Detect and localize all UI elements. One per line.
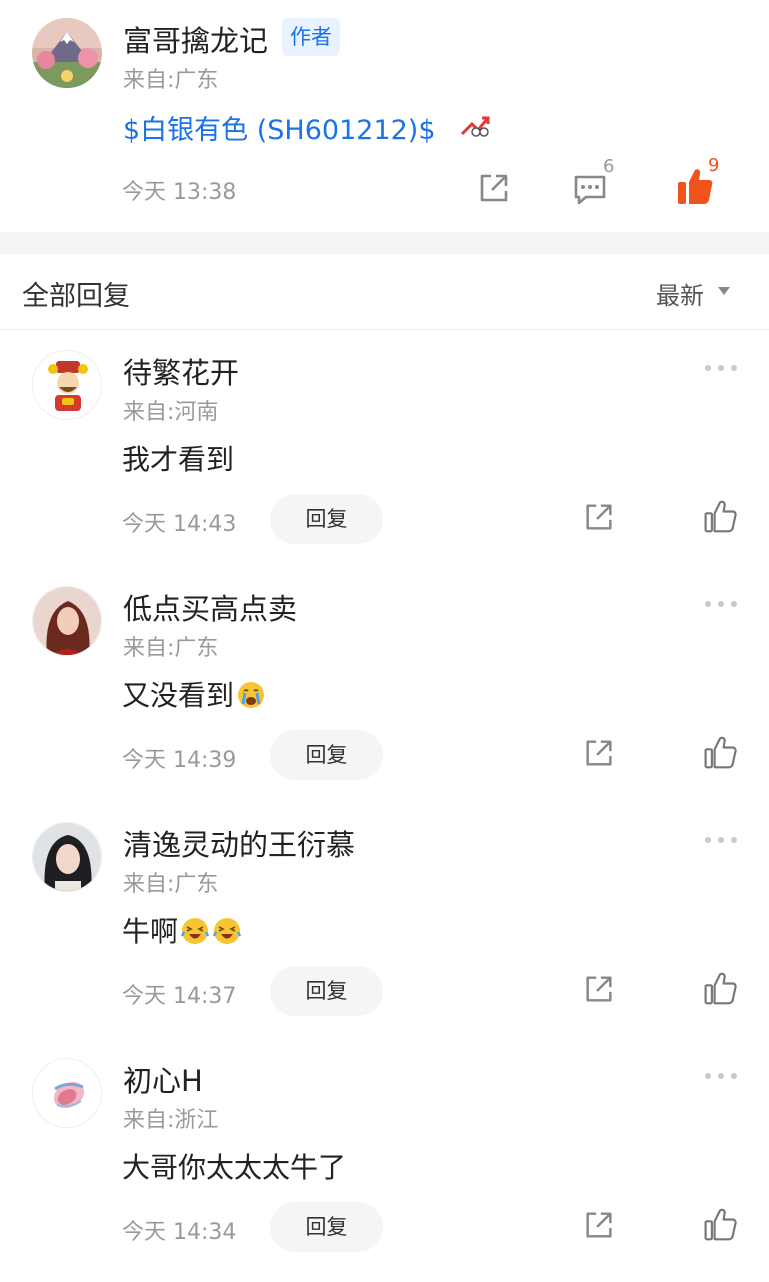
reply-avatar[interactable] xyxy=(32,350,102,420)
like-count: 9 xyxy=(708,155,720,176)
reply-button[interactable]: 回复 xyxy=(270,966,383,1016)
replies-header: 全部回复 最新 xyxy=(0,254,769,330)
reply-location: 来自:浙江 xyxy=(123,1108,219,1133)
comment-count: 6 xyxy=(603,156,615,177)
reply-content: 牛啊 xyxy=(122,910,242,950)
reply-time: 今天 14:39 xyxy=(122,748,237,773)
trend-up-icon xyxy=(460,116,490,137)
reply-time: 今天 14:34 xyxy=(122,1220,237,1245)
reply-author-name[interactable]: 待繁花开 xyxy=(123,350,239,392)
post-time: 今天 13:38 xyxy=(122,180,237,205)
reply-location: 来自:河南 xyxy=(123,400,219,425)
reply-author-name[interactable]: 初心H xyxy=(123,1058,203,1100)
reply-location: 来自:广东 xyxy=(123,872,219,897)
post-author-avatar[interactable] xyxy=(32,18,102,88)
thumbs-up-icon[interactable] xyxy=(702,970,738,1006)
laughing-face-emoji-icon xyxy=(212,918,242,944)
share-icon[interactable] xyxy=(582,1208,616,1242)
reply-avatar[interactable] xyxy=(32,586,102,656)
reply-location: 来自:广东 xyxy=(123,636,219,661)
share-icon[interactable] xyxy=(476,170,512,206)
more-options-icon[interactable] xyxy=(704,600,738,608)
reply-item: 初心H 来自:浙江 大哥你太太太牛了 今天 14:34 回复 xyxy=(0,1038,769,1274)
share-icon[interactable] xyxy=(582,500,616,534)
reply-button[interactable]: 回复 xyxy=(270,730,383,780)
reply-item: 待繁花开 来自:河南 我才看到 今天 14:43 回复 xyxy=(0,330,769,566)
section-divider xyxy=(0,232,769,254)
thumbs-up-icon[interactable] xyxy=(702,498,738,534)
laughing-face-emoji-icon xyxy=(180,918,210,944)
comment-icon[interactable] xyxy=(572,172,608,206)
reply-content: 又没看到 xyxy=(122,674,266,714)
sort-dropdown[interactable]: 最新 xyxy=(656,276,704,311)
reply-author-name[interactable]: 清逸灵动的王衍慕 xyxy=(123,822,355,864)
reply-item: 清逸灵动的王衍慕 来自:广东 牛啊 今天 14:37 回复 xyxy=(0,802,769,1038)
post-card: 富哥擒龙记 作者 来自:广东 $白银有色 (SH601212)$ 今天 13:3… xyxy=(0,0,769,232)
reply-time: 今天 14:37 xyxy=(122,984,237,1009)
stock-link[interactable]: $白银有色 (SH601212)$ xyxy=(123,108,436,147)
post-author-name[interactable]: 富哥擒龙记 xyxy=(123,18,268,60)
more-options-icon[interactable] xyxy=(704,836,738,844)
author-badge: 作者 xyxy=(282,18,340,56)
reply-avatar[interactable] xyxy=(32,1058,102,1128)
reply-button[interactable]: 回复 xyxy=(270,1202,383,1252)
more-options-icon[interactable] xyxy=(704,364,738,372)
share-icon[interactable] xyxy=(582,736,616,770)
reply-button[interactable]: 回复 xyxy=(270,494,383,544)
more-options-icon[interactable] xyxy=(704,1072,738,1080)
post-location: 来自:广东 xyxy=(123,68,219,93)
reply-avatar[interactable] xyxy=(32,822,102,892)
thumbs-up-icon[interactable] xyxy=(702,734,738,770)
reply-time: 今天 14:43 xyxy=(122,512,237,537)
share-icon[interactable] xyxy=(582,972,616,1006)
thumbs-up-icon[interactable] xyxy=(702,1206,738,1242)
reply-content: 我才看到 xyxy=(122,443,235,476)
crying-face-emoji-icon xyxy=(238,682,265,708)
reply-content: 大哥你太太太牛了 xyxy=(122,1151,347,1184)
reply-item: 低点买高点卖 来自:广东 又没看到 今天 14:39 回复 xyxy=(0,566,769,802)
replies-title: 全部回复 xyxy=(22,281,130,312)
chevron-down-icon[interactable] xyxy=(718,287,730,295)
reply-author-name[interactable]: 低点买高点卖 xyxy=(123,586,297,628)
